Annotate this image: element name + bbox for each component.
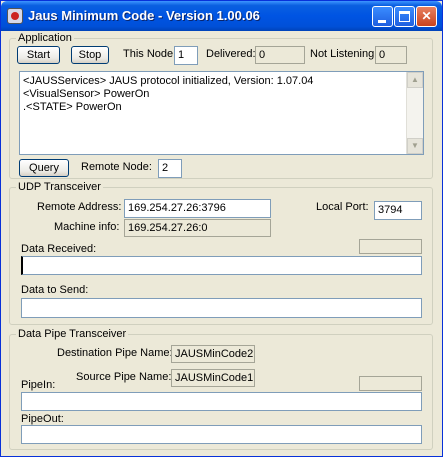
close-icon: ✕: [421, 9, 432, 23]
log-textarea[interactable]: <JAUSServices> JAUS protocol initialized…: [19, 71, 424, 155]
source-pipe-label: Source Pipe Name:: [76, 371, 172, 383]
this-node-label: This Node:: [123, 48, 177, 60]
log-line: <JAUSServices> JAUS protocol initialized…: [23, 75, 314, 87]
close-button[interactable]: ✕: [416, 6, 437, 27]
minimize-button[interactable]: [372, 6, 393, 27]
scroll-down-icon[interactable]: ▼: [407, 138, 423, 154]
start-button[interactable]: Start: [17, 46, 60, 64]
pipein-indicator: [359, 376, 422, 391]
local-port-label: Local Port:: [316, 201, 369, 213]
pipein-label: PipeIn:: [21, 379, 56, 391]
machine-info-field: 169.254.27.26:0: [124, 219, 271, 237]
not-listening-label: Not Listening:: [310, 48, 378, 60]
local-port-field[interactable]: 3794: [374, 201, 422, 220]
source-pipe-field: JAUSMinCode1: [171, 369, 255, 387]
data-received-field[interactable]: [21, 256, 422, 275]
scroll-up-icon[interactable]: ▲: [407, 72, 423, 88]
data-received-indicator: [359, 239, 422, 254]
machine-info-label: Machine info:: [54, 221, 120, 233]
log-scrollbar[interactable]: ▲ ▼: [406, 72, 423, 154]
pipeout-label: PipeOut:: [21, 413, 64, 425]
delivered-label: Delivered:: [206, 48, 256, 60]
data-to-send-field[interactable]: [21, 298, 422, 318]
destination-pipe-field: JAUSMinCode2: [171, 345, 255, 363]
maximize-icon: [399, 11, 410, 22]
remote-node-label: Remote Node:: [81, 161, 152, 173]
delivered-field: 0: [255, 46, 305, 64]
stop-button[interactable]: Stop: [71, 46, 109, 64]
remote-address-field[interactable]: 169.254.27.26:3796: [124, 199, 271, 218]
pipeout-field[interactable]: [21, 425, 422, 444]
minimize-icon: [378, 20, 386, 23]
not-listening-field: 0: [375, 46, 407, 64]
window-title: Jaus Minimum Code - Version 1.00.06: [28, 8, 260, 23]
udp-legend: UDP Transceiver: [16, 181, 103, 193]
application-legend: Application: [16, 32, 74, 44]
data-received-label: Data Received:: [21, 243, 97, 255]
this-node-field[interactable]: 1: [174, 46, 198, 65]
remote-address-label: Remote Address:: [37, 201, 122, 213]
query-button[interactable]: Query: [19, 159, 69, 177]
pipein-field[interactable]: [21, 392, 422, 411]
log-line: .<STATE> PowerOn: [23, 101, 122, 113]
data-to-send-label: Data to Send:: [21, 284, 89, 296]
data-pipe-legend: Data Pipe Transceiver: [16, 328, 129, 340]
main-window: Jaus Minimum Code - Version 1.00.06 ✕ Ap…: [0, 0, 443, 457]
remote-node-field[interactable]: 2: [158, 159, 182, 178]
app-icon[interactable]: [7, 8, 23, 24]
maximize-button[interactable]: [394, 6, 415, 27]
log-line: <VisualSensor> PowerOn: [23, 88, 150, 100]
destination-pipe-label: Destination Pipe Name:: [57, 347, 173, 359]
title-bar[interactable]: Jaus Minimum Code - Version 1.00.06 ✕: [1, 1, 442, 31]
